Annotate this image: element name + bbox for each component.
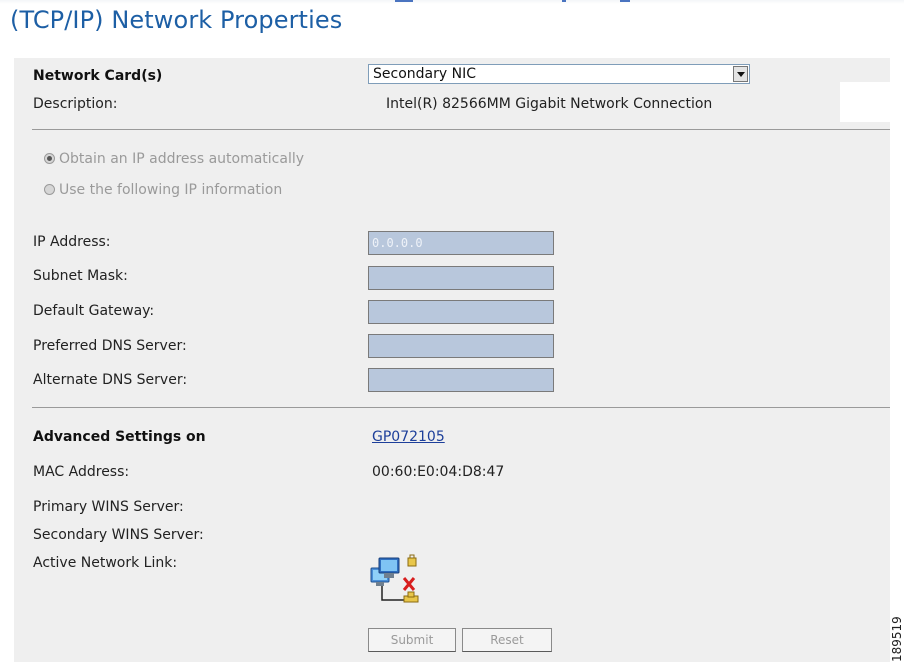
preferred-dns-field[interactable] bbox=[368, 334, 554, 358]
active-network-link-label: Active Network Link: bbox=[33, 555, 178, 571]
radio-obtain-automatically[interactable]: Obtain an IP address automatically bbox=[44, 151, 304, 167]
top-edge bbox=[0, 0, 904, 4]
radio-use-following[interactable]: Use the following IP information bbox=[44, 182, 282, 198]
cut-mark bbox=[620, 0, 630, 2]
description-value: Intel(R) 82566MM Gigabit Network Connect… bbox=[386, 96, 713, 112]
alternate-dns-field[interactable] bbox=[368, 368, 554, 392]
network-card-label: Network Card(s) bbox=[33, 68, 163, 84]
page-title: (TCP/IP) Network Properties bbox=[10, 6, 343, 34]
cut-mark bbox=[395, 0, 413, 2]
panel-cutout bbox=[840, 82, 890, 122]
mac-address-value: 00:60:E0:04:D8:47 bbox=[372, 464, 505, 480]
host-link[interactable]: GP072105 bbox=[372, 429, 445, 445]
description-label: Description: bbox=[33, 96, 118, 112]
radio-unchecked-icon[interactable] bbox=[44, 183, 55, 195]
ip-address-field[interactable]: 0.0.0.0 bbox=[368, 231, 554, 255]
secondary-wins-label: Secondary WINS Server: bbox=[33, 527, 204, 543]
radio-checked-icon[interactable] bbox=[44, 152, 55, 164]
submit-button[interactable]: Submit bbox=[368, 628, 456, 652]
default-gateway-label: Default Gateway: bbox=[33, 303, 155, 319]
figure-number: 189519 bbox=[890, 616, 904, 662]
divider bbox=[32, 407, 890, 408]
radio-label: Obtain an IP address automatically bbox=[59, 151, 305, 167]
mac-address-label: MAC Address: bbox=[33, 464, 130, 480]
alternate-dns-label: Alternate DNS Server: bbox=[33, 372, 188, 388]
divider bbox=[32, 129, 890, 130]
ip-address-label: IP Address: bbox=[33, 234, 111, 250]
radio-label: Use the following IP information bbox=[59, 182, 283, 198]
default-gateway-field[interactable] bbox=[368, 300, 554, 324]
chevron-down-icon[interactable] bbox=[733, 66, 748, 82]
network-card-select[interactable]: Secondary NIC bbox=[368, 64, 750, 84]
subnet-mask-label: Subnet Mask: bbox=[33, 268, 128, 284]
advanced-settings-label: Advanced Settings on bbox=[33, 429, 206, 445]
primary-wins-label: Primary WINS Server: bbox=[33, 499, 184, 515]
network-card-selected: Secondary NIC bbox=[373, 66, 476, 82]
network-disconnected-icon bbox=[370, 554, 419, 603]
subnet-mask-field[interactable] bbox=[368, 266, 554, 290]
preferred-dns-label: Preferred DNS Server: bbox=[33, 338, 187, 354]
properties-panel: Network Card(s) Secondary NIC Descriptio… bbox=[14, 58, 890, 662]
reset-button[interactable]: Reset bbox=[462, 628, 552, 652]
cut-mark bbox=[562, 0, 566, 2]
